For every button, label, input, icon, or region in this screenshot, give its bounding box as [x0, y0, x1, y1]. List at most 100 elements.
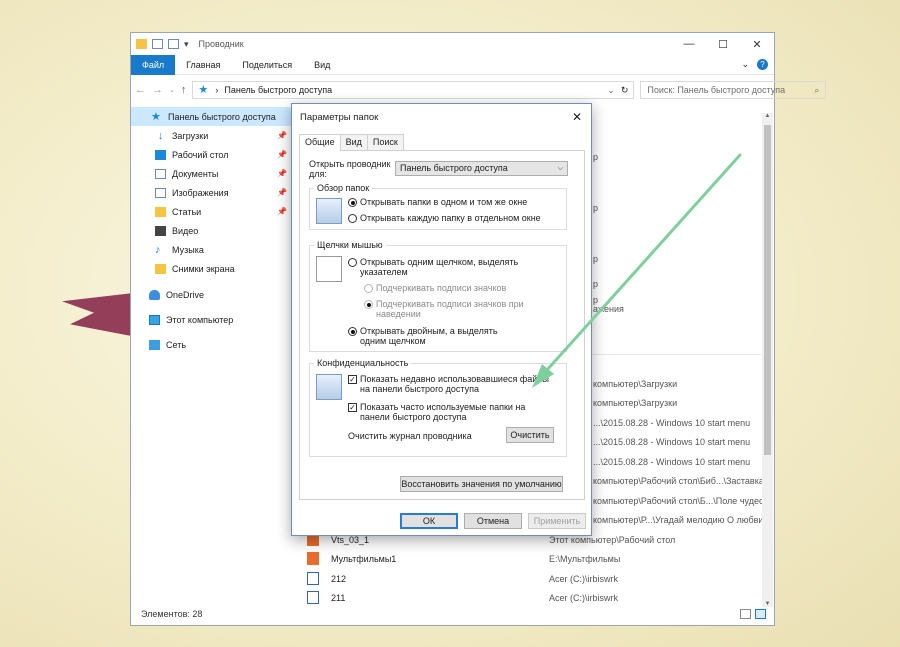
close-icon[interactable]: ✕ — [563, 110, 591, 124]
sidebar-item-onedrive[interactable]: OneDrive — [131, 285, 291, 304]
word-document-icon — [307, 572, 319, 585]
sidebar-item-label: Снимки экрана — [172, 263, 235, 274]
apply-button[interactable]: Применить — [528, 513, 586, 529]
pin-icon: 📌 — [277, 150, 287, 159]
radio[interactable] — [348, 214, 357, 223]
sidebar-item-this-pc[interactable]: Этот компьютер — [131, 310, 291, 329]
sidebar-item-label: Видео — [172, 225, 199, 236]
show-recent-files-option[interactable]: ✓ Показать недавно использовавшиеся файлы… — [348, 374, 553, 394]
browse-same-window-option[interactable]: Открывать папки в одном и том же окне — [348, 197, 527, 207]
music-icon: ♪ — [155, 243, 161, 256]
sidebar-item-articles[interactable]: Статьи 📌 — [131, 202, 291, 221]
radio-selected[interactable] — [364, 300, 373, 309]
radio-selected[interactable] — [348, 198, 357, 207]
file-name: 212 — [331, 573, 347, 584]
pin-icon: 📌 — [277, 207, 287, 216]
title-bar: ▾ Проводник — ☐ ✕ — [131, 33, 774, 55]
option-label: Открывать двойным, а выделять одним щелч… — [360, 326, 498, 346]
clear-button[interactable]: Очистить — [506, 427, 554, 443]
address-dropdown-icon[interactable]: ⌄ — [607, 85, 615, 96]
partial-text: р — [593, 254, 599, 264]
tab-view[interactable]: Вид — [339, 134, 368, 150]
single-click-option[interactable]: Открывать одним щелчком, выделять указат… — [348, 257, 523, 277]
close-icon[interactable]: ✕ — [740, 38, 774, 51]
sidebar-item-downloads[interactable]: ↓ Загрузки 📌 — [131, 126, 291, 145]
up-icon[interactable]: ↑ — [181, 84, 187, 96]
forward-icon[interactable]: → — [152, 84, 163, 96]
pin-icon: 📌 — [277, 169, 287, 178]
sidebar-item-quick-access[interactable]: ★ Панель быстрого доступа — [131, 107, 291, 126]
sidebar-item-video[interactable]: Видео — [131, 221, 291, 240]
double-click-option[interactable]: Открывать двойным, а выделять одним щелч… — [348, 326, 523, 346]
radio[interactable] — [348, 258, 357, 267]
ok-button[interactable]: ОК — [400, 513, 458, 529]
maximize-icon[interactable]: ☐ — [706, 38, 740, 51]
option-label: Открывать папки в одном и том же окне — [360, 197, 528, 207]
sidebar-item-music[interactable]: ♪ Музыка — [131, 240, 291, 259]
download-icon: ↓ — [157, 129, 164, 142]
checkbox-checked[interactable]: ✓ — [348, 403, 357, 412]
star-icon: ★ — [151, 110, 161, 123]
details-view-icon[interactable] — [740, 609, 751, 619]
tab-home[interactable]: Главная — [175, 55, 231, 75]
cancel-button[interactable]: Отмена — [464, 513, 522, 529]
refresh-icon[interactable]: ↻ — [621, 85, 629, 96]
computer-icon — [149, 314, 160, 325]
address-bar[interactable]: ★ › Панель быстрого доступа ⌄ ↻ — [192, 81, 635, 99]
tab-file[interactable]: Файл — [131, 54, 176, 75]
radio-selected[interactable] — [348, 327, 357, 336]
folder-icon[interactable] — [136, 39, 147, 49]
checkbox-checked[interactable]: ✓ — [348, 375, 357, 384]
radio[interactable] — [364, 284, 373, 293]
powerpoint-icon — [307, 552, 319, 565]
browse-new-window-option[interactable]: Открывать каждую папку в отдельном окне — [348, 213, 541, 223]
sidebar-item-network[interactable]: Сеть — [131, 335, 291, 354]
table-row[interactable]: 211 Acer (C:)\irbiswrk — [301, 588, 763, 607]
table-row[interactable]: Мультфильмы1 E:\Мультфильмы — [301, 549, 763, 568]
option-label: Показать недавно использовавшиеся файлы … — [360, 374, 549, 394]
browse-folders-group: Обзор папок Открывать папки в одном и то… — [309, 183, 567, 230]
expand-ribbon-icon[interactable]: ⌄ — [741, 59, 749, 70]
tab-search[interactable]: Поиск — [366, 134, 404, 150]
minimize-icon[interactable]: — — [672, 38, 706, 51]
file-path: Этот компьютер\Рабочий стол — [549, 534, 676, 545]
group-label: Щелчки мышью — [314, 240, 386, 250]
window-icon — [316, 198, 342, 224]
folder-options-dialog: Параметры папок ✕ Общие Вид Поиск Открыт… — [291, 103, 592, 536]
vertical-scrollbar[interactable]: ▲ ▼ — [762, 113, 773, 607]
underline-always-option[interactable]: Подчеркивать подписи значков — [364, 283, 506, 293]
chevron-down-icon: ⌵ — [557, 165, 563, 172]
scroll-up-icon[interactable]: ▲ — [762, 113, 773, 119]
pictures-icon — [155, 187, 166, 198]
restore-defaults-button[interactable]: Восстановить значения по умолчанию — [400, 476, 563, 492]
new-folder-icon[interactable] — [168, 39, 179, 49]
chevron-down-icon[interactable]: ▾ — [184, 39, 189, 50]
sidebar-item-screenshots[interactable]: Снимки экрана — [131, 259, 291, 278]
navigation-pane: ★ Панель быстрого доступа ↓ Загрузки 📌 Раб… — [131, 107, 291, 354]
sidebar-item-desktop[interactable]: Рабочий стол 📌 — [131, 145, 291, 164]
tab-general[interactable]: Общие — [299, 134, 341, 151]
dialog-title: Параметры папок — [300, 111, 379, 123]
large-icons-view-icon[interactable] — [755, 609, 766, 619]
file-path: ...\2015.08.28 - Windows 10 start menu — [593, 456, 751, 467]
mouse-clicks-group: Щелчки мышью Открывать одним щелчком, вы… — [309, 240, 567, 352]
show-frequent-folders-option[interactable]: ✓ Показать часто используемые папки на па… — [348, 402, 553, 422]
help-icon[interactable]: ? — [757, 59, 768, 70]
open-explorer-select[interactable]: Панель быстрого доступа ⌵ — [395, 161, 568, 176]
search-input[interactable]: Поиск: Панель быстрого доступа ⌕ — [640, 81, 827, 99]
desktop-icon — [155, 149, 166, 160]
star-icon: ★ — [198, 84, 209, 96]
cursor-click-icon — [316, 256, 342, 282]
sidebar-item-pictures[interactable]: Изображения 📌 — [131, 183, 291, 202]
tab-share[interactable]: Поделиться — [231, 55, 303, 75]
properties-icon[interactable] — [152, 39, 163, 49]
recent-locations-icon[interactable]: ⌄ — [169, 86, 175, 94]
sidebar-item-documents[interactable]: Документы 📌 — [131, 164, 291, 183]
underline-hover-option[interactable]: Подчеркивать подписи значков при наведен… — [364, 299, 534, 319]
scrollbar-thumb[interactable] — [764, 125, 771, 455]
table-row[interactable]: 212 Acer (C:)\irbiswrk — [301, 569, 763, 588]
file-name: Vts_03_1 — [331, 534, 370, 545]
address-separator-icon: › — [215, 85, 219, 95]
tab-view[interactable]: Вид — [303, 55, 341, 75]
back-icon[interactable]: ← — [135, 84, 146, 96]
